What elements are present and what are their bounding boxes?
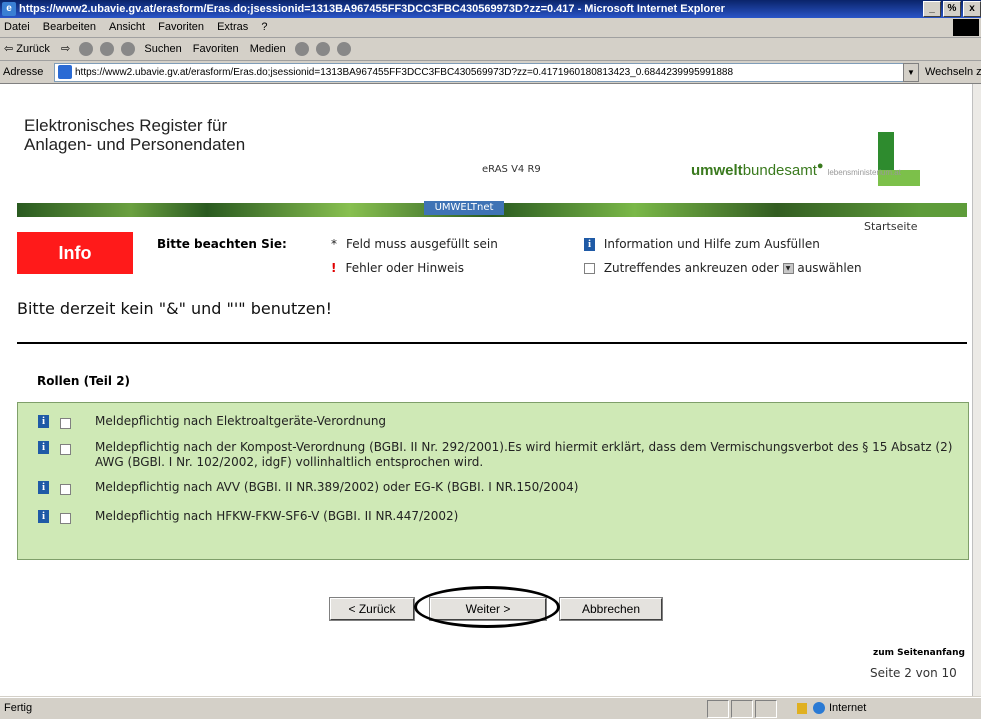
role-label: Meldepflichtig nach HFKW-FKW-SF6-V (BGBI… <box>95 509 459 523</box>
address-dropdown-icon[interactable]: ▼ <box>903 63 919 82</box>
role-checkbox[interactable] <box>60 484 71 495</box>
status-bar: Fertig Internet <box>0 697 981 719</box>
zone-label: Internet <box>829 702 867 714</box>
status-segment <box>707 700 729 718</box>
menu-extras[interactable]: Extras <box>217 21 248 33</box>
version-label: eRAS V4 R9 <box>482 164 541 175</box>
brand-sub: lebensministerium.at <box>827 168 901 177</box>
checkbox-icon <box>584 263 595 274</box>
role-label: Meldepflichtig nach der Kompost-Verordnu… <box>95 440 953 469</box>
media-button[interactable]: Medien <box>250 43 286 55</box>
menu-datei[interactable]: Datei <box>4 21 30 33</box>
legend-required-text: Feld muss ausgefüllt sein <box>346 237 498 251</box>
menu-bar: Datei Bearbeiten Ansicht Favoriten Extra… <box>0 18 981 38</box>
info-icon[interactable]: i <box>38 510 49 523</box>
window-titlebar: e https://www2.ubavie.gv.at/erasform/Eras… <box>0 0 981 18</box>
legend-help: i Information und Hilfe zum Ausfüllen <box>584 237 820 251</box>
startseite-link[interactable]: Startseite <box>864 220 918 233</box>
address-label: Adresse <box>3 66 44 78</box>
back-page-button[interactable]: < Zurück <box>329 597 415 621</box>
status-segment <box>755 700 777 718</box>
warning-text: Bitte derzeit kein "&" und "'" benutzen! <box>17 299 333 318</box>
address-input[interactable]: https://www2.ubavie.gv.at/erasform/Eras.… <box>54 63 904 82</box>
menu-help[interactable]: ? <box>261 21 267 33</box>
mail-icon[interactable] <box>315 42 330 57</box>
legend-check-text: Zutreffendes ankreuzen oder <box>603 261 779 275</box>
brand-mark-icon: ● <box>816 160 824 172</box>
role-checkbox[interactable] <box>60 513 71 524</box>
window-controls: _ % x <box>923 1 981 17</box>
home-icon[interactable] <box>121 42 136 57</box>
error-icon: ! <box>331 261 337 275</box>
section-title: Rollen (Teil 2) <box>37 374 131 388</box>
browser-toolbar: ⇦ Zurück ⇨ Suchen Favoriten Medien <box>0 38 981 61</box>
go-button[interactable]: Wechseln zu <box>925 61 981 83</box>
info-box: Info <box>17 232 133 274</box>
role-label: Meldepflichtig nach AVV (BGBI. II NR.389… <box>95 480 579 494</box>
menu-ansicht[interactable]: Ansicht <box>109 21 145 33</box>
address-url: https://www2.ubavie.gv.at/erasform/Eras.… <box>75 67 734 78</box>
search-button[interactable]: Suchen <box>144 43 181 55</box>
required-star-icon: * <box>331 237 337 251</box>
forward-button[interactable]: ⇨ <box>61 43 70 55</box>
legend-select-text: auswählen <box>797 261 862 275</box>
print-icon[interactable] <box>336 42 351 57</box>
menu-favoriten[interactable]: Favoriten <box>158 21 204 33</box>
legend-help-text: Information und Hilfe zum Ausfüllen <box>603 237 820 251</box>
window-title: https://www2.ubavie.gv.at/erasform/Eras.… <box>19 3 725 15</box>
minimize-button[interactable]: _ <box>923 1 941 17</box>
close-button[interactable]: x <box>963 1 981 17</box>
page-icon <box>58 65 72 80</box>
role-checkbox[interactable] <box>60 444 71 455</box>
status-text: Fertig <box>4 702 33 714</box>
umweltnet-link[interactable]: UMWELTnet <box>424 201 504 215</box>
brand-rest: bundesamt <box>742 162 817 179</box>
app-title: Elektronisches Register für Anlagen- und… <box>24 116 245 154</box>
address-bar: Adresse https://www2.ubavie.gv.at/erasfo… <box>0 61 981 84</box>
history-icon[interactable] <box>294 42 309 57</box>
menu-bearbeiten[interactable]: Bearbeiten <box>43 21 96 33</box>
maximize-button[interactable]: % <box>943 1 961 17</box>
lock-icon <box>797 702 807 714</box>
vertical-scrollbar[interactable] <box>972 84 981 696</box>
stop-icon[interactable] <box>79 42 94 57</box>
divider <box>17 342 967 344</box>
dropdown-icon: ▼ <box>782 263 794 274</box>
info-icon[interactable]: i <box>38 415 49 428</box>
windows-logo-icon <box>953 19 979 36</box>
favorites-button[interactable]: Favoriten <box>193 43 239 55</box>
legend-check: Zutreffendes ankreuzen oder ▼ auswählen <box>584 261 862 275</box>
role-checkbox[interactable] <box>60 418 71 429</box>
globe-icon <box>813 702 825 715</box>
app-title-line2: Anlagen- und Personendaten <box>24 135 246 154</box>
role-label: Meldepflichtig nach Elektroaltgeräte-Ver… <box>95 414 387 428</box>
brand-bold: umwelt <box>691 162 743 179</box>
app-title-line1: Elektronisches Register für <box>24 116 228 135</box>
cancel-button[interactable]: Abbrechen <box>559 597 663 621</box>
legend-error: ! Fehler oder Hinweis <box>331 261 464 275</box>
security-zone: Internet <box>797 698 866 719</box>
ie-icon: e <box>2 2 16 17</box>
info-icon[interactable]: i <box>38 481 49 494</box>
legend-title: Bitte beachten Sie: <box>157 237 287 251</box>
page-content: Elektronisches Register für Anlagen- und… <box>0 84 972 696</box>
info-icon[interactable]: i <box>38 441 49 454</box>
back-button[interactable]: ⇦ Zurück <box>4 43 50 55</box>
info-icon: i <box>584 238 595 251</box>
refresh-icon[interactable] <box>100 42 115 57</box>
status-segment <box>731 700 753 718</box>
brand-logo: umweltbundesamt●lebensministerium.at <box>691 160 901 179</box>
highlight-oval <box>414 586 560 628</box>
page-indicator: Seite 2 von 10 <box>870 666 957 680</box>
roles-panel: i Meldepflichtig nach Elektroaltgeräte-V… <box>17 402 969 560</box>
legend-error-text: Fehler oder Hinweis <box>345 261 465 275</box>
top-link[interactable]: zum Seitenanfang <box>873 648 965 658</box>
legend-required: * Feld muss ausgefüllt sein <box>331 237 498 251</box>
